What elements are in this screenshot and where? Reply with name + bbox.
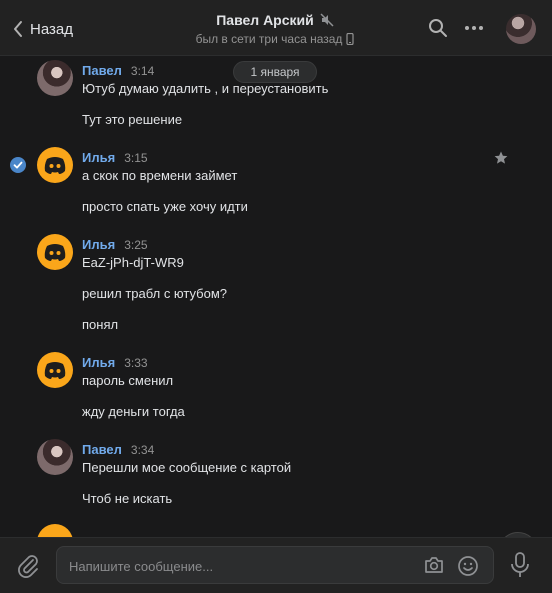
message-time: 3:14	[130, 64, 155, 78]
message-input-wrapper	[56, 546, 494, 585]
avatar[interactable]	[37, 439, 73, 475]
message-text: понял	[82, 317, 119, 332]
discord-icon	[44, 244, 66, 261]
author-name[interactable]: Илья	[82, 150, 115, 165]
message-composer	[0, 537, 552, 593]
chat-window: Назад Павел Арский был в сети три часа н…	[0, 0, 552, 593]
search-icon[interactable]	[428, 18, 448, 38]
star-icon[interactable]	[493, 150, 509, 166]
message-text: решил трабл с ютубом?	[82, 286, 227, 301]
chevron-left-icon	[14, 21, 22, 37]
message-text: Перешли мое сообщение с картой	[82, 460, 292, 475]
mic-icon[interactable]	[510, 552, 530, 578]
message-time: 3:34	[130, 443, 155, 457]
message-text: Чтоб не искать	[82, 491, 173, 506]
check-icon[interactable]	[10, 157, 26, 173]
message-text: Ютуб думаю удалить , и переустановить	[82, 81, 329, 96]
phone-icon	[346, 33, 355, 45]
message-text: а скок по времени займет	[82, 168, 238, 183]
back-button[interactable]: Назад	[12, 17, 73, 41]
camera-icon[interactable]	[423, 555, 445, 575]
header-avatar[interactable]	[506, 14, 536, 44]
paperclip-icon[interactable]	[16, 553, 40, 579]
chat-header: Назад Павел Арский был в сети три часа н…	[0, 0, 552, 56]
date-divider: 1 января	[233, 61, 317, 83]
more-icon[interactable]	[464, 20, 484, 36]
message-text: EaZ-jPh-djT-WR9	[82, 255, 184, 270]
message-input[interactable]	[67, 547, 411, 585]
message-time: 3:33	[124, 356, 148, 370]
author-name[interactable]: Павел	[82, 63, 122, 78]
author-name[interactable]: Илья	[82, 237, 115, 252]
author-name[interactable]: Илья	[82, 355, 115, 370]
message-text: жду деньги тогда	[82, 404, 185, 419]
avatar[interactable]	[37, 524, 73, 537]
message-text: пароль сменил	[82, 373, 174, 388]
message-list[interactable]: Павел 3:14 Ютуб думаю удалить , и переус…	[0, 56, 552, 537]
online-status: был в сети три часа назад	[195, 32, 343, 46]
author-name[interactable]: Павел	[82, 442, 122, 457]
avatar[interactable]	[37, 60, 73, 96]
discord-icon	[44, 362, 66, 379]
discord-icon	[44, 157, 66, 174]
back-label: Назад	[30, 20, 73, 38]
muted-icon	[320, 13, 334, 27]
avatar[interactable]	[37, 352, 73, 388]
chat-title-block[interactable]: Павел Арский был в сети три часа назад	[140, 12, 410, 46]
message-time: 3:15	[124, 151, 148, 165]
message-time: 3:25	[124, 238, 148, 252]
message-text: просто спать уже хочу идти	[82, 199, 248, 214]
smile-icon[interactable]	[457, 555, 479, 577]
avatar[interactable]	[37, 147, 73, 183]
message-text: Тут это решение	[82, 112, 183, 127]
avatar[interactable]	[37, 234, 73, 270]
chat-title: Павел Арский	[216, 12, 314, 28]
